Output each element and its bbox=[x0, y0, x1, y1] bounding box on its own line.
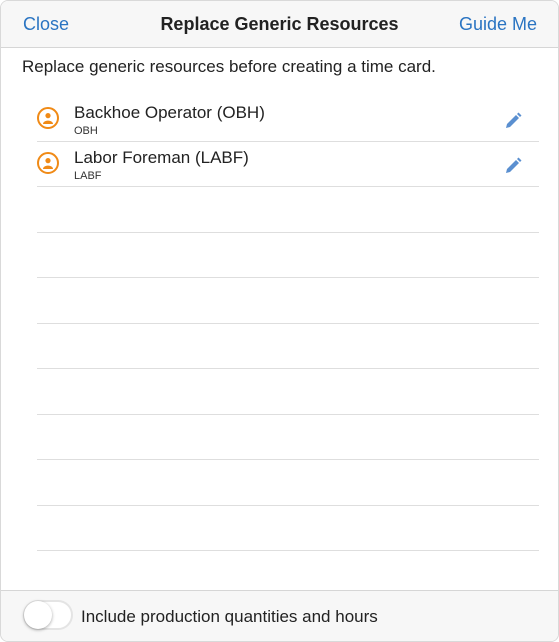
resource-name: Labor Foreman (LABF) bbox=[74, 148, 249, 167]
list-item[interactable]: Backhoe Operator (OBH) OBH bbox=[37, 97, 539, 142]
empty-row bbox=[37, 324, 539, 369]
edit-pencil-icon[interactable] bbox=[503, 111, 523, 131]
instruction-text: Replace generic resources before creatin… bbox=[22, 57, 436, 76]
resource-name: Backhoe Operator (OBH) bbox=[74, 103, 265, 122]
production-toggle[interactable] bbox=[23, 600, 73, 630]
list-item[interactable]: Labor Foreman (LABF) LABF bbox=[37, 142, 539, 187]
dialog-footer: Include production quantities and hours bbox=[1, 590, 558, 641]
empty-row bbox=[37, 233, 539, 278]
resource-list: Backhoe Operator (OBH) OBH Labor Foreman… bbox=[37, 97, 539, 551]
empty-row bbox=[37, 415, 539, 460]
replace-resources-dialog: Close Replace Generic Resources Guide Me… bbox=[0, 0, 559, 642]
edit-pencil-icon[interactable] bbox=[503, 156, 523, 176]
empty-row bbox=[37, 278, 539, 324]
empty-row bbox=[37, 369, 539, 415]
person-icon bbox=[37, 152, 59, 174]
guide-me-button[interactable]: Guide Me bbox=[459, 14, 537, 35]
toggle-knob bbox=[24, 601, 52, 629]
toggle-label: Include production quantities and hours bbox=[81, 607, 378, 626]
resource-code: OBH bbox=[74, 125, 98, 137]
empty-row bbox=[37, 187, 539, 233]
empty-row bbox=[37, 460, 539, 506]
dialog-header: Close Replace Generic Resources Guide Me bbox=[1, 1, 558, 48]
resource-code: LABF bbox=[74, 170, 102, 182]
empty-row bbox=[37, 506, 539, 551]
person-icon bbox=[37, 107, 59, 129]
